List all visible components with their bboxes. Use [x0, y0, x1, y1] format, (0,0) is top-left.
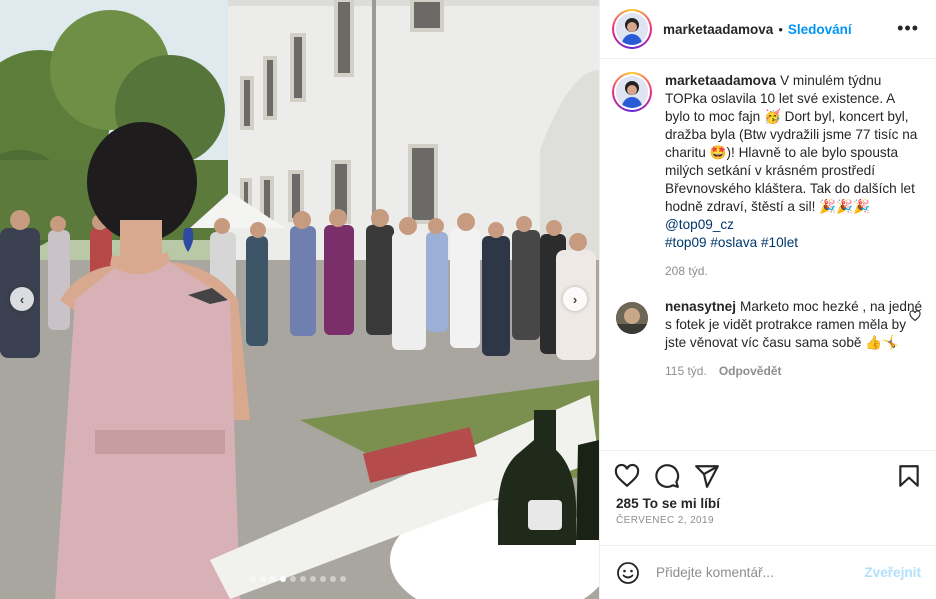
- profile-photo-icon: [616, 302, 648, 334]
- post-comment-button[interactable]: Zveřejnit: [864, 565, 921, 580]
- post-dialog: ‹ › marketaadamova • Sledování ••• marke…: [0, 0, 936, 599]
- previous-photo-button[interactable]: ‹: [10, 287, 34, 311]
- caption-age[interactable]: 208 týd.: [665, 264, 708, 278]
- caption-author-avatar[interactable]: [612, 72, 652, 112]
- carousel-dot: [290, 576, 296, 582]
- carousel-dot: [310, 576, 316, 582]
- hashtag-link[interactable]: #10let: [761, 235, 798, 250]
- chevron-left-icon: ‹: [19, 291, 25, 307]
- event-photo-illustration: [0, 0, 599, 599]
- heart-icon[interactable]: [614, 463, 640, 489]
- caption-text: V minulém týdnu TOPka oslavila 10 let sv…: [665, 73, 918, 214]
- carousel-dot: [320, 576, 326, 582]
- carousel-dot: [280, 576, 286, 582]
- profile-photo-icon: [616, 76, 648, 108]
- more-options-icon[interactable]: •••: [897, 19, 919, 37]
- likes-count[interactable]: 285 To se mi líbí: [616, 496, 720, 511]
- post-actions: [600, 450, 936, 496]
- comment-input[interactable]: [656, 565, 865, 580]
- author-username[interactable]: marketaadamova: [663, 22, 773, 37]
- hashtag-link[interactable]: #oslava: [710, 235, 757, 250]
- comment-like-heart-icon[interactable]: [909, 310, 921, 322]
- commenter-avatar[interactable]: [612, 298, 652, 338]
- comments-list[interactable]: marketaadamova V minulém týdnu TOPka osla…: [600, 60, 936, 443]
- chevron-right-icon: ›: [572, 291, 578, 307]
- post-caption: marketaadamova V minulém týdnu TOPka osla…: [612, 72, 923, 278]
- post-header: marketaadamova • Sledování •••: [600, 0, 936, 59]
- carousel-dot: [270, 576, 276, 582]
- hashtag-link[interactable]: #top09: [665, 235, 707, 250]
- carousel-dot: [260, 576, 266, 582]
- bookmark-icon[interactable]: [896, 463, 922, 489]
- add-comment-bar: Zveřejnit: [600, 545, 936, 599]
- comment-item: nenasytnej Marketo moc hezké , na jedné s…: [612, 298, 923, 378]
- carousel-indicator: [250, 576, 346, 582]
- carousel-dot: [330, 576, 336, 582]
- author-avatar[interactable]: [612, 9, 652, 49]
- comment-age[interactable]: 115 týd.: [665, 364, 707, 378]
- post-photo[interactable]: ‹ ›: [0, 0, 599, 599]
- post-side-panel: marketaadamova • Sledování ••• marketaad…: [599, 0, 936, 599]
- header-separator: •: [778, 21, 783, 37]
- carousel-dot: [300, 576, 306, 582]
- caption-username[interactable]: marketaadamova: [665, 73, 776, 88]
- carousel-dot: [250, 576, 256, 582]
- profile-photo-icon: [616, 13, 648, 45]
- carousel-dot: [340, 576, 346, 582]
- emoji-icon[interactable]: [616, 561, 640, 585]
- next-photo-button[interactable]: ›: [563, 287, 587, 311]
- post-date[interactable]: ČERVENEC 2, 2019: [616, 515, 714, 526]
- commenter-username[interactable]: nenasytnej: [665, 299, 736, 314]
- share-icon[interactable]: [694, 463, 720, 489]
- reply-button[interactable]: Odpovědět: [719, 364, 782, 378]
- comment-icon[interactable]: [654, 463, 680, 489]
- following-button[interactable]: Sledování: [788, 22, 852, 37]
- mention-link[interactable]: @top09_cz: [665, 217, 734, 232]
